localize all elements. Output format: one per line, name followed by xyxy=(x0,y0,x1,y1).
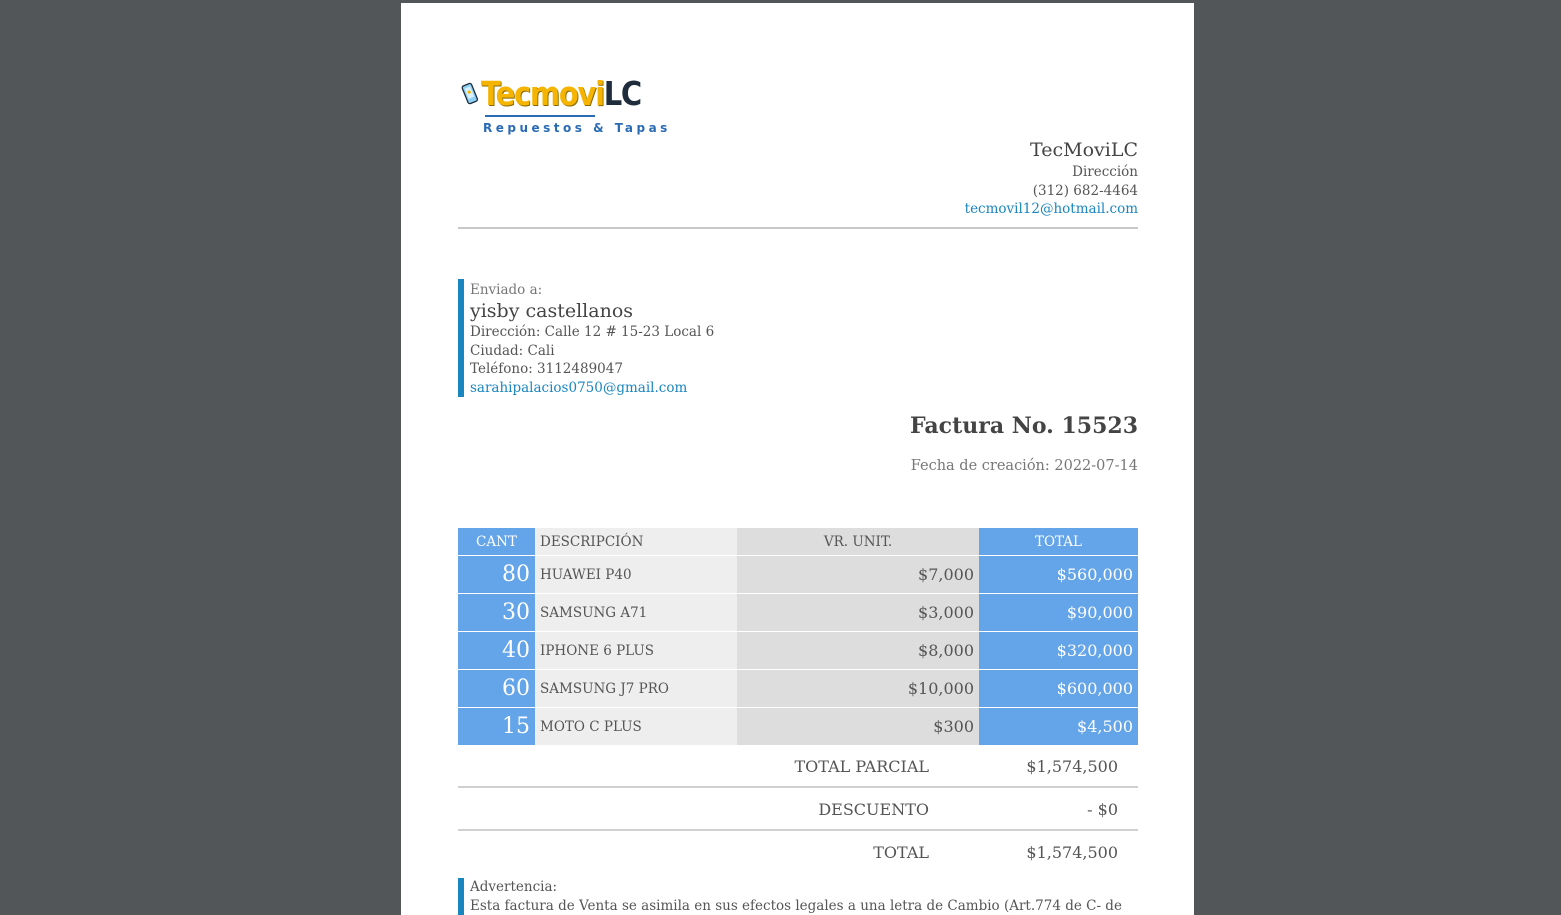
header-description: DESCRIPCIÓN xyxy=(535,528,737,556)
total-value: $1,574,500 xyxy=(1026,843,1118,862)
company-logo: TecmoviLC Repuestos & Tapas xyxy=(461,74,667,139)
total-row: TOTAL $1,574,500 xyxy=(458,831,1138,872)
client-email-link[interactable]: sarahipalacios0750@gmail.com xyxy=(470,379,714,398)
row-description: SAMSUNG J7 PRO xyxy=(535,669,737,708)
table-row: 80 HUAWEI P40 $7,000 $560,000 xyxy=(458,555,1138,594)
row-total: $4,500 xyxy=(979,707,1138,746)
phone-icon xyxy=(461,82,479,105)
row-unit-price: $7,000 xyxy=(737,555,979,594)
client-phone: Teléfono: 3112489047 xyxy=(470,361,623,377)
row-total: $560,000 xyxy=(979,555,1138,594)
company-name: TecMoviLC xyxy=(1030,139,1138,161)
table-header-row: CANT DESCRIPCIÓN VR. UNIT. TOTAL xyxy=(458,528,1138,556)
table-row: 15 MOTO C PLUS $300 $4,500 xyxy=(458,707,1138,746)
invoice-date: Fecha de creación: 2022-07-14 xyxy=(910,458,1138,474)
row-qty: 60 xyxy=(458,669,535,708)
invoice-title: Factura No. 15523 xyxy=(910,413,1138,439)
company-email-link[interactable]: tecmovil12@hotmail.com xyxy=(965,200,1138,219)
row-unit-price: $8,000 xyxy=(737,631,979,670)
logo-wordmark: TecmoviLC xyxy=(481,74,642,113)
row-total: $90,000 xyxy=(979,593,1138,632)
header-divider xyxy=(458,227,1138,229)
logo-tagline: Repuestos & Tapas xyxy=(483,121,671,135)
row-unit-price: $300 xyxy=(737,707,979,746)
company-phone: (312) 682-4464 xyxy=(1032,182,1138,199)
company-address: Dirección xyxy=(1072,164,1138,180)
row-description: MOTO C PLUS xyxy=(535,707,737,746)
subtotal-label: TOTAL PARCIAL xyxy=(794,757,930,776)
row-qty: 15 xyxy=(458,707,535,746)
items-table: CANT DESCRIPCIÓN VR. UNIT. TOTAL 80 HUAW… xyxy=(458,528,1138,746)
row-qty: 30 xyxy=(458,593,535,632)
totals-summary: TOTAL PARCIAL $1,574,500 DESCUENTO - $0 … xyxy=(458,745,1138,872)
header-qty: CANT xyxy=(458,528,535,556)
row-description: IPHONE 6 PLUS xyxy=(535,631,737,670)
row-total: $600,000 xyxy=(979,669,1138,708)
notice-text: Esta factura de Venta se asimila en sus … xyxy=(470,898,1122,914)
document-page: TecmoviLC Repuestos & Tapas TecMoviLC Di… xyxy=(401,3,1194,915)
client-address: Dirección: Calle 12 # 15-23 Local 6 xyxy=(470,324,715,340)
row-qty: 40 xyxy=(458,631,535,670)
client-name: yisby castellanos xyxy=(470,300,634,322)
legal-notice: Advertencia: Esta factura de Venta se as… xyxy=(458,878,1150,915)
header-unit-price: VR. UNIT. xyxy=(737,528,979,556)
table-row: 60 SAMSUNG J7 PRO $10,000 $600,000 xyxy=(458,669,1138,708)
total-label: TOTAL xyxy=(873,843,929,862)
row-total: $320,000 xyxy=(979,631,1138,670)
notice-title: Advertencia: xyxy=(470,879,558,895)
header-total: TOTAL xyxy=(979,528,1138,556)
row-description: HUAWEI P40 xyxy=(535,555,737,594)
table-row: 30 SAMSUNG A71 $3,000 $90,000 xyxy=(458,593,1138,632)
company-info: TecMoviLC Dirección (312) 682-4464 tecmo… xyxy=(965,137,1138,219)
subtotal-value: $1,574,500 xyxy=(1026,757,1118,776)
logo-underline xyxy=(485,115,595,117)
row-description: SAMSUNG A71 xyxy=(535,593,737,632)
client-info: Enviado a: yisby castellanos Dirección: … xyxy=(458,279,714,397)
table-row: 40 IPHONE 6 PLUS $8,000 $320,000 xyxy=(458,631,1138,670)
discount-label: DESCUENTO xyxy=(818,800,929,819)
client-city: Ciudad: Cali xyxy=(470,342,555,359)
discount-row: DESCUENTO - $0 xyxy=(458,788,1138,831)
row-unit-price: $10,000 xyxy=(737,669,979,708)
discount-value: - $0 xyxy=(1087,800,1118,819)
row-unit-price: $3,000 xyxy=(737,593,979,632)
client-label: Enviado a: xyxy=(470,282,543,298)
subtotal-row: TOTAL PARCIAL $1,574,500 xyxy=(458,745,1138,788)
row-qty: 80 xyxy=(458,555,535,594)
